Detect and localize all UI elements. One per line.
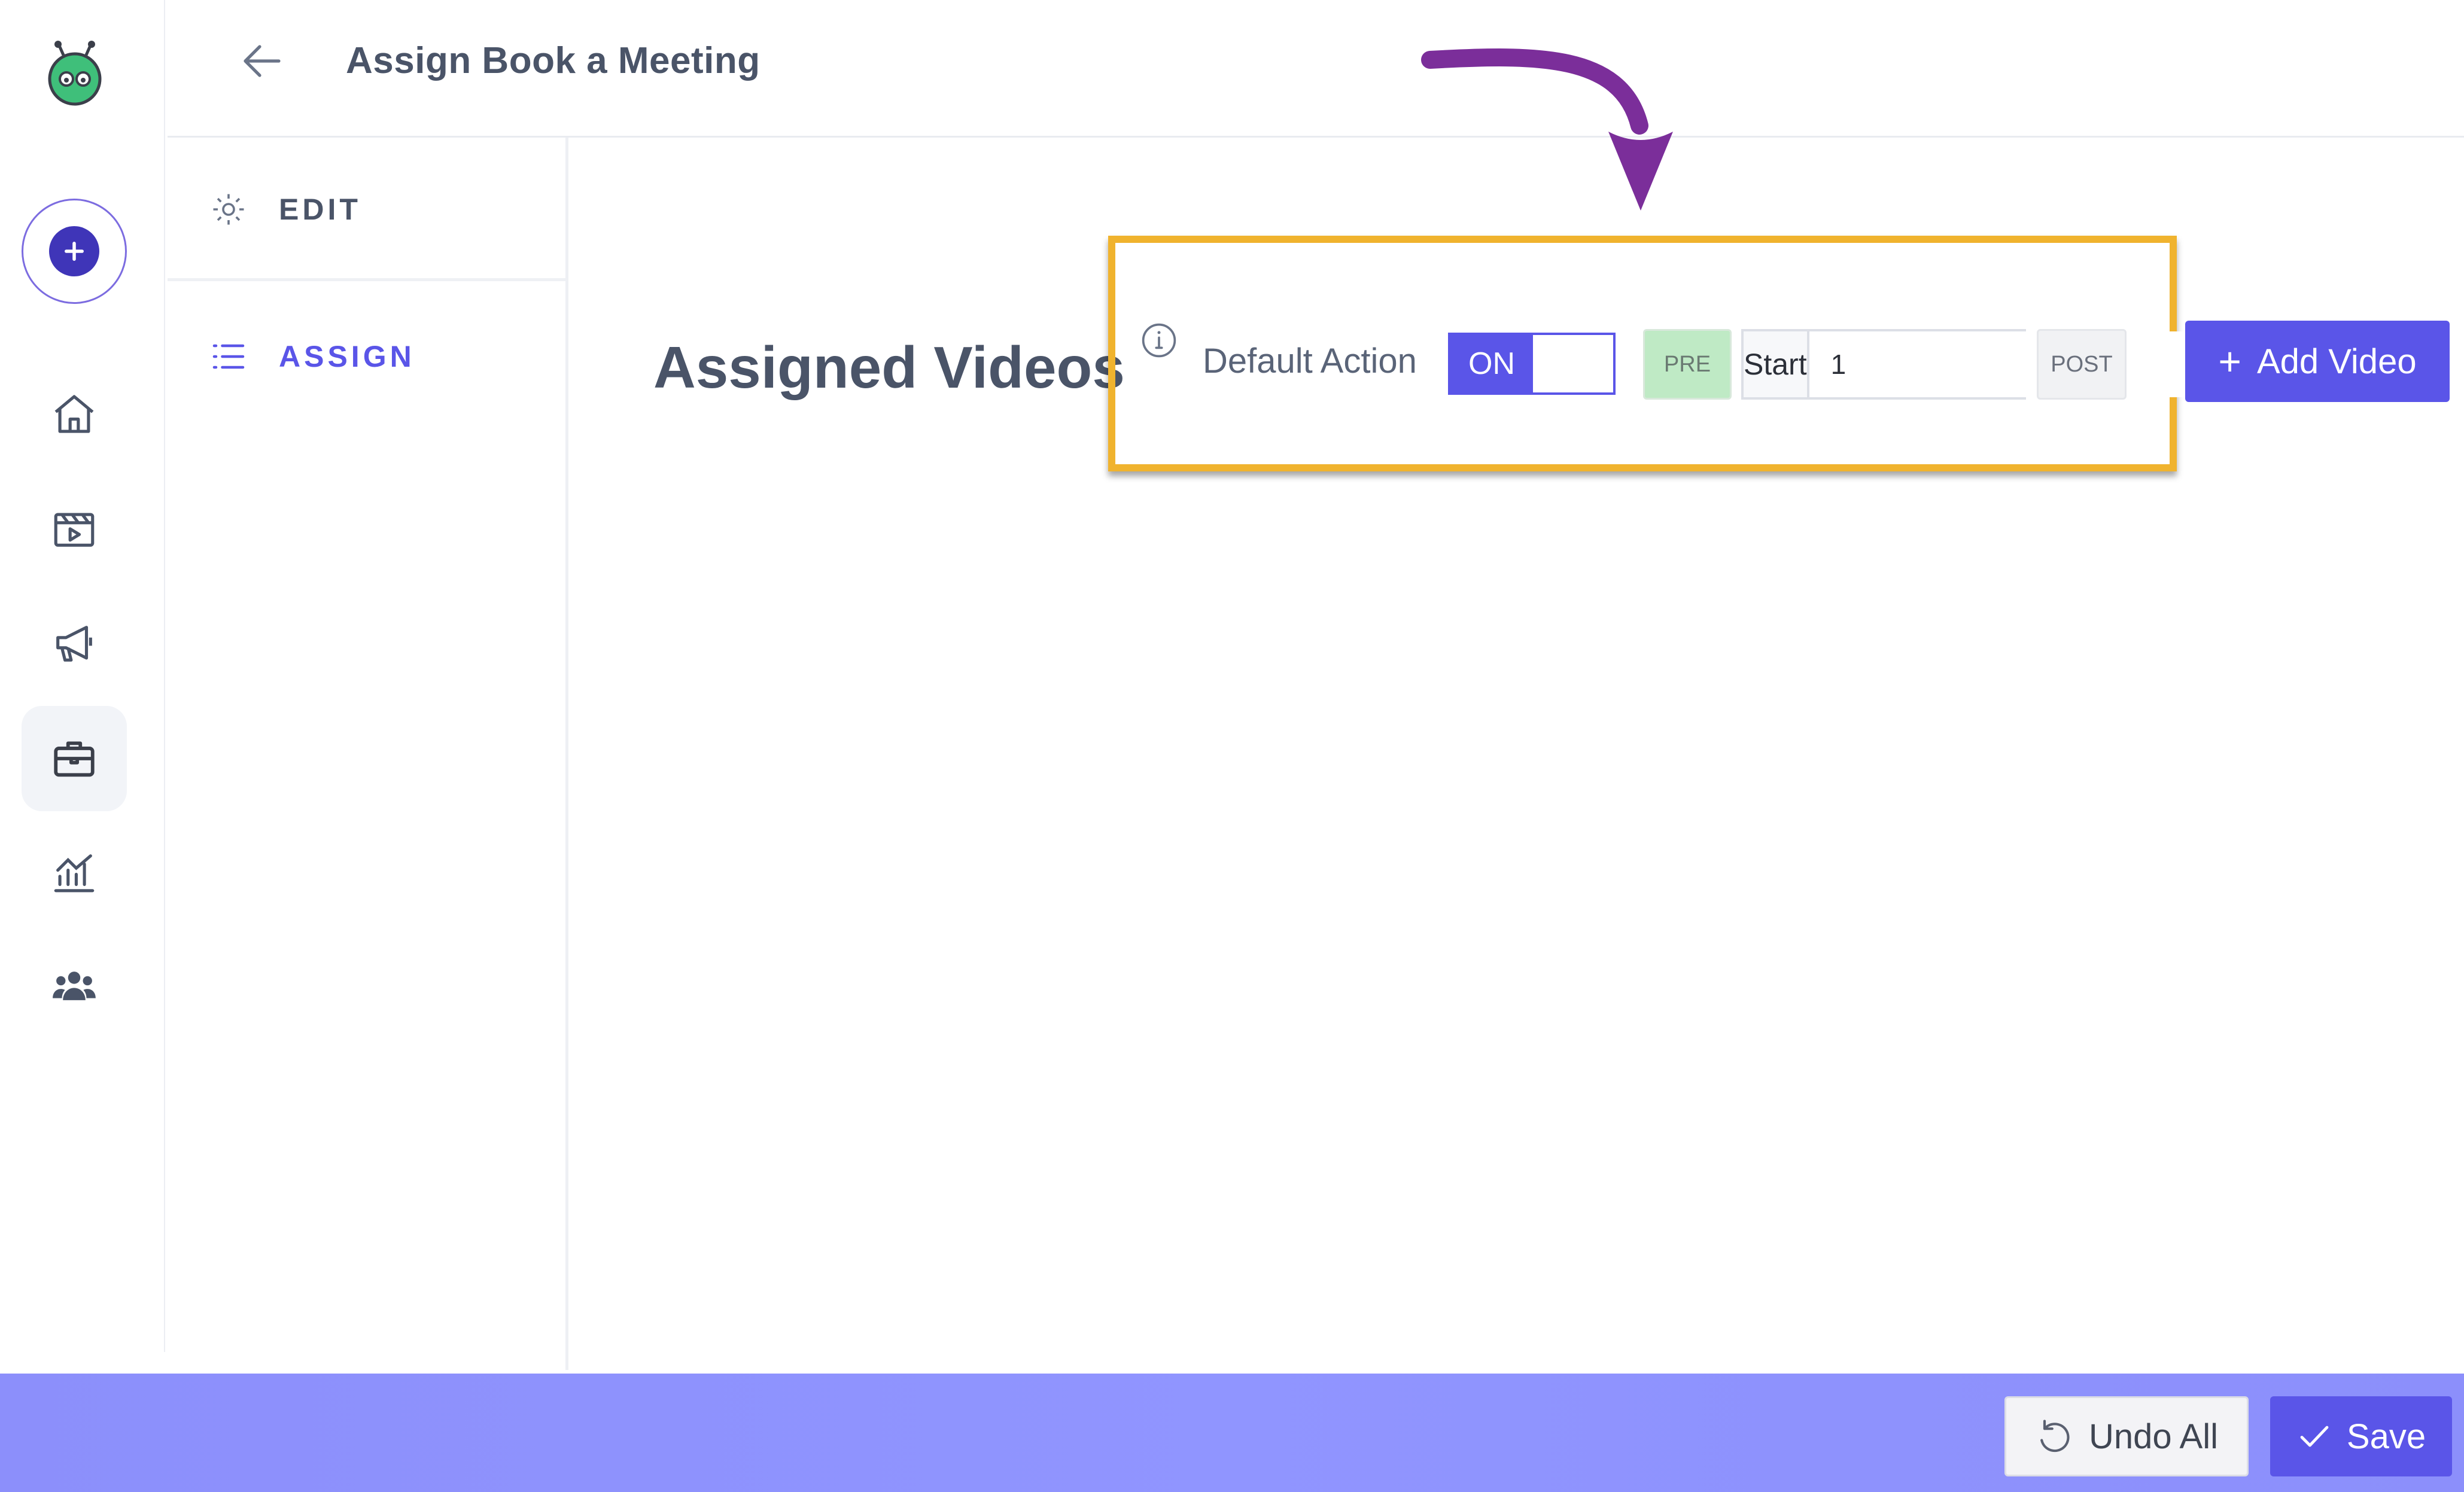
assigned-videos-heading: Assigned Videos — [653, 334, 1125, 400]
back-arrow-icon[interactable] — [238, 37, 286, 85]
rail-item-home[interactable] — [22, 361, 127, 467]
gear-icon — [213, 194, 244, 225]
left-rail — [0, 0, 165, 1352]
save-label: Save — [2346, 1417, 2426, 1456]
create-button[interactable] — [22, 199, 127, 304]
plus-icon: + — [2218, 339, 2241, 383]
list-icon — [212, 344, 245, 369]
home-icon — [54, 395, 94, 433]
post-button[interactable]: POST — [2037, 329, 2127, 400]
default-action-toggle[interactable]: ON — [1448, 333, 1616, 395]
rail-item-videos[interactable] — [22, 476, 127, 581]
add-video-button[interactable]: + Add Video — [2185, 321, 2450, 402]
nav-item-assign-label: ASSIGN — [279, 340, 415, 373]
rail-item-campaigns[interactable] — [22, 591, 127, 696]
analytics-icon — [54, 854, 95, 893]
toggle-on-label: ON — [1450, 335, 1533, 392]
rail-item-business[interactable] — [22, 706, 127, 811]
plus-icon — [49, 226, 99, 276]
start-value-input[interactable] — [1809, 331, 2189, 397]
nav-item-assign[interactable]: ASSIGN — [211, 339, 415, 374]
page-title: Assign Book a Meeting — [346, 40, 761, 81]
check-icon — [2300, 1426, 2329, 1447]
start-input-group: Start — [1741, 329, 2189, 400]
save-button[interactable]: Save — [2270, 1396, 2452, 1476]
undo-all-button[interactable]: Undo All — [2004, 1396, 2249, 1476]
section-nav: EDIT ASSIGN — [168, 138, 568, 1370]
top-header: Assign Book a Meeting — [168, 0, 2464, 138]
video-icon — [54, 513, 95, 547]
logo-icon[interactable] — [39, 39, 110, 110]
rail-item-users[interactable] — [22, 933, 127, 1039]
pre-button[interactable]: PRE — [1643, 329, 1732, 400]
briefcase-icon — [54, 741, 95, 777]
footer-bar: Undo All Save — [0, 1374, 2464, 1492]
app-window: Assign Book a Meeting EDIT ASSIGN Assign… — [0, 0, 2464, 1492]
rail-item-analytics[interactable] — [22, 820, 127, 925]
annotation-arrow-icon — [1421, 48, 1673, 211]
undo-icon — [2040, 1420, 2070, 1453]
nav-edit-section: EDIT — [168, 138, 568, 281]
nav-item-edit-label: EDIT — [279, 193, 361, 226]
undo-all-label: Undo All — [2088, 1417, 2219, 1456]
megaphone-icon — [56, 626, 92, 662]
users-icon — [53, 972, 96, 1000]
add-video-label: Add Video — [2256, 342, 2417, 381]
nav-item-edit[interactable]: EDIT — [211, 191, 361, 227]
start-label: Start — [1744, 331, 1809, 397]
info-icon[interactable] — [1140, 322, 1178, 359]
default-action-label: Default Action — [1203, 342, 1417, 380]
